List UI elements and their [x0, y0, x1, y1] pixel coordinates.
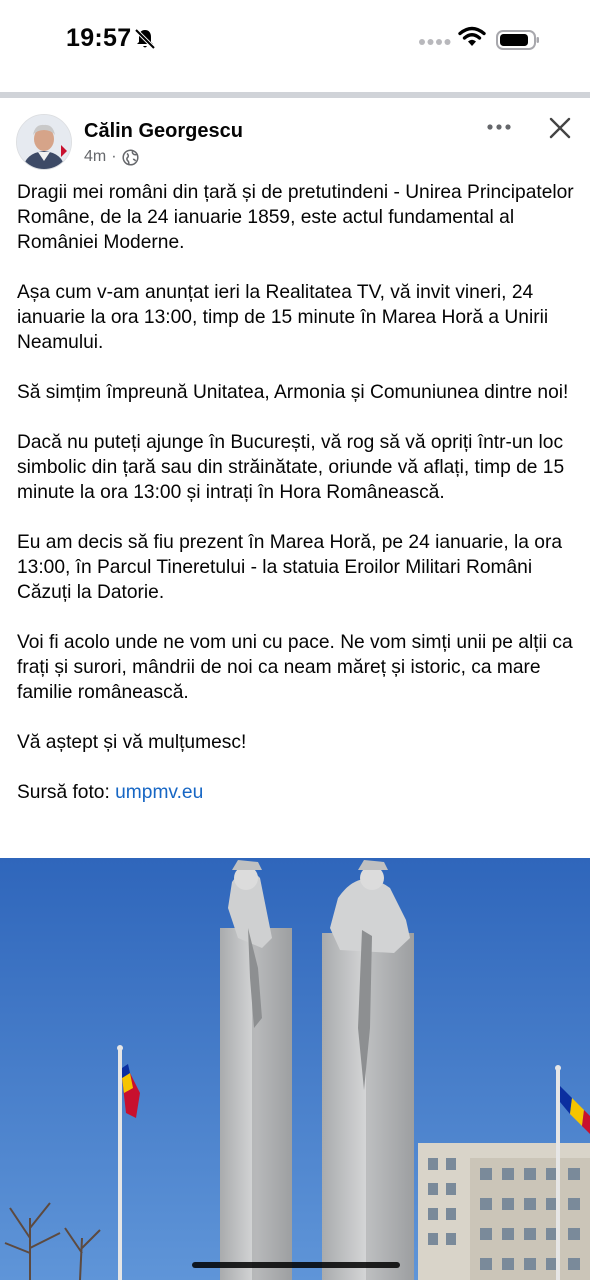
signal-dots-icon	[419, 39, 451, 45]
post-paragraph: Să simțim împreună Unitatea, Armonia și …	[17, 382, 569, 403]
post-meta: 4m ·	[84, 148, 139, 166]
apartment-building	[418, 1143, 590, 1280]
monument-right-pillar	[322, 860, 414, 1280]
close-icon[interactable]	[548, 116, 572, 140]
post-time[interactable]: 4m	[84, 148, 106, 166]
photo-source-link[interactable]: umpmv.eu	[115, 782, 203, 803]
post-paragraph: Așa cum v-am anunțat ieri la Realitatea …	[17, 282, 549, 353]
photo-source: Sursă foto: umpmv.eu	[17, 780, 582, 805]
author-avatar[interactable]	[16, 114, 72, 170]
photo-source-label: Sursă foto:	[17, 782, 116, 803]
meta-separator: ·	[111, 148, 117, 165]
bell-slash-icon	[134, 28, 156, 50]
wifi-icon	[458, 26, 486, 46]
post-text: Dragii mei români din țară și de pretuti…	[17, 180, 582, 830]
status-time: 19:57	[66, 24, 132, 52]
post-paragraph: Dacă nu puteți ajunge în București, vă r…	[17, 432, 565, 503]
post-paragraph: Dragii mei români din țară și de pretuti…	[17, 182, 574, 253]
post-paragraph: Eu am decis să fiu prezent în Marea Horă…	[17, 532, 563, 603]
author-name[interactable]: Călin Georgescu	[84, 120, 243, 143]
more-options-icon[interactable]	[486, 118, 512, 136]
post-paragraph: Voi fi acolo unde ne vom uni cu pace. Ne…	[17, 632, 573, 703]
post-paragraph: Vă aștept și vă mulțumesc!	[17, 732, 247, 753]
post-photo[interactable]	[0, 858, 590, 1280]
home-indicator[interactable]	[192, 1262, 400, 1268]
top-divider	[0, 92, 590, 98]
battery-icon	[496, 30, 539, 50]
status-bar: 19:57	[0, 0, 590, 90]
globe-icon[interactable]	[122, 148, 139, 166]
